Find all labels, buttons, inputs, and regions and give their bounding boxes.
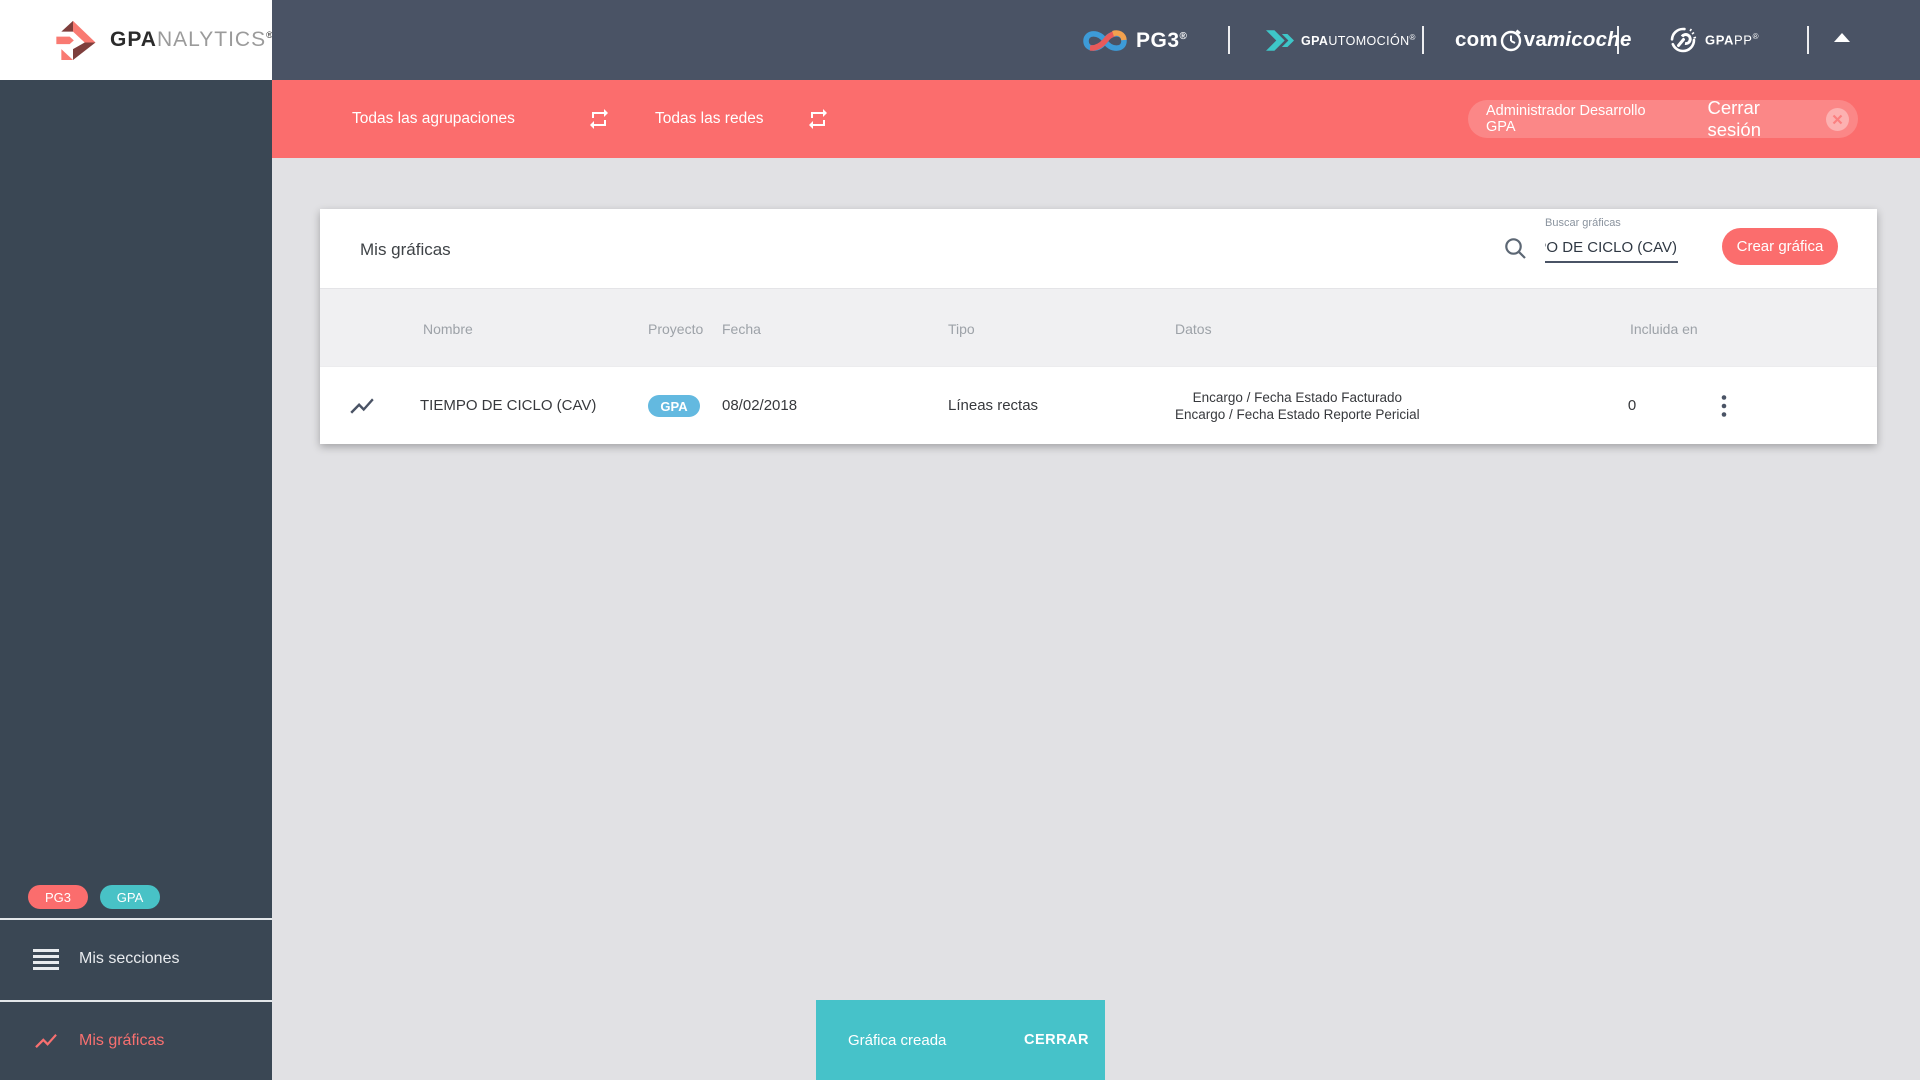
gpanalytics-wordmark: GPANALYTICS® [110,28,274,51]
sidebar-item-label: Mis gráficas [79,1032,165,1049]
groupings-filter-label: Todas las agrupaciones [352,110,515,127]
chevron-up-icon [1834,33,1850,42]
row-type: Líneas rectas [948,397,1039,414]
swap-icon [589,109,608,129]
search-input[interactable]: Buscar gráficas PO DE CICLO (CAV) [1545,217,1678,263]
sidebar: PG3 GPA Mis secciones Mis gráficas [0,80,272,1080]
column-header-datos: Datos [1175,321,1212,337]
snackbar-close-button[interactable]: CERRAR [1024,1032,1089,1048]
top-brand-bar: PG3® GPAUTOMOCIÓN® com va micoche GPAPP® [272,0,1920,80]
main-content: Mis gráficas Buscar gráficas PO DE CICLO… [272,158,1920,1080]
comprovamicoche-logo[interactable]: com va micoche [1455,27,1632,53]
column-header-tipo: Tipo [948,321,975,337]
sidebar-item-label: Mis secciones [79,950,180,967]
gpapp-logo[interactable]: GPAPP® [1668,25,1759,55]
row-menu-button[interactable] [1710,367,1738,444]
gpapp-label: GPAPP® [1705,32,1760,48]
gpanalytics-arrow-icon [48,14,98,66]
row-included-count: 0 [1627,397,1637,414]
column-header-nombre: Nombre [423,321,473,337]
my-charts-card: Mis gráficas Buscar gráficas PO DE CICLO… [320,209,1877,444]
row-date: 08/02/2018 [722,397,798,414]
sidebar-badge-pg3[interactable]: PG3 [28,885,88,909]
snackbar: Gráfica creada CERRAR [816,1000,1105,1080]
gpautomocion-label: GPAUTOMOCIÓN® [1301,32,1416,49]
comprovamicoche-mid: va [1523,28,1547,51]
groupings-filter[interactable]: Todas las agrupaciones [352,80,611,158]
table-header-row: Nombre Proyecto Fecha Tipo Datos Incluid… [320,288,1877,366]
sidebar-item-mis-graficas[interactable]: Mis gráficas [0,1002,272,1080]
row-data: Encargo / Fecha Estado Facturado Encargo… [1175,367,1420,444]
pg3-logo[interactable]: PG3® [1082,25,1187,57]
search-icon[interactable] [1503,236,1528,266]
column-header-incluida-en: Incluida en [1630,321,1698,337]
topbar-divider [1807,26,1809,54]
gpautomocion-logo[interactable]: GPAUTOMOCIÓN® [1266,28,1416,53]
sidebar-item-mis-secciones[interactable]: Mis secciones [0,920,272,998]
gpautomocion-arrows-icon [1266,28,1294,53]
search-input-value: PO DE CICLO (CAV) [1545,238,1677,256]
topbar-divider [1228,26,1230,54]
app-logo[interactable]: GPANALYTICS® [0,0,274,80]
clock-icon [1498,27,1524,53]
project-badge: GPA [648,395,700,417]
search-input-label: Buscar gráficas [1545,217,1621,229]
row-data-line2: Encargo / Fecha Estado Reporte Pericial [1175,406,1420,422]
snackbar-message: Gráfica creada [848,1031,947,1049]
create-chart-button[interactable]: Crear gráfica [1722,228,1838,265]
page-title: Mis gráficas [360,240,451,259]
topbar-divider [1422,26,1424,54]
column-header-fecha: Fecha [722,321,761,337]
filter-bar: Todas las agrupaciones Todas las redes A… [272,80,1920,158]
networks-filter[interactable]: Todas las redes [655,80,830,158]
table-row[interactable]: TIEMPO DE CICLO (CAV) GPA 08/02/2018 Lín… [320,366,1877,443]
topbar-divider [1617,26,1619,54]
comprovamicoche-pre: com [1455,28,1498,51]
user-session-chip: Administrador Desarrollo GPA Cerrar sesi… [1468,97,1858,141]
swap-icon [808,109,827,129]
list-icon [33,948,59,970]
user-name: Administrador Desarrollo GPA [1486,103,1646,135]
column-header-proyecto: Proyecto [648,321,704,337]
collapse-topbar-button[interactable] [1834,33,1854,47]
card-header: Mis gráficas Buscar gráficas PO DE CICLO… [320,209,1877,288]
line-chart-icon [33,1028,59,1054]
pg3-label: PG3® [1136,29,1188,52]
logout-button[interactable]: Cerrar sesión [1708,97,1814,141]
kebab-menu-icon [1721,394,1727,417]
row-name: TIEMPO DE CICLO (CAV) [420,397,597,414]
sidebar-badge-gpa[interactable]: GPA [100,885,160,909]
networks-filter-label: Todas las redes [655,110,764,127]
line-chart-icon [348,367,376,444]
pg3-infinity-icon [1082,25,1128,57]
row-data-line1: Encargo / Fecha Estado Facturado [1192,389,1402,405]
gpapp-wrench-gauge-icon [1668,25,1698,55]
search-input-underline [1545,261,1678,263]
logout-close-icon[interactable] [1825,107,1850,132]
